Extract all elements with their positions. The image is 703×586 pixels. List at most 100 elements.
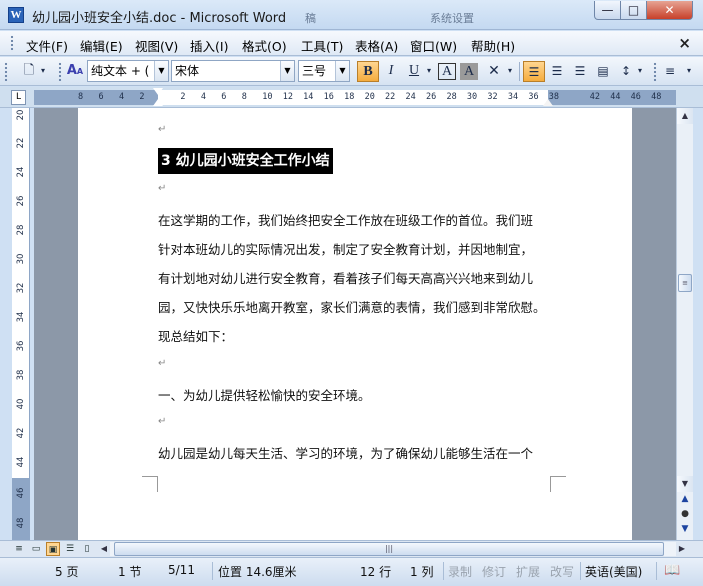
- styles-formatting-icon[interactable]: AA: [64, 61, 86, 82]
- toolbar-options-chevron-icon-2[interactable]: ▾: [682, 61, 696, 82]
- document-close-button[interactable]: ×: [678, 34, 691, 52]
- status-overtype[interactable]: 改写: [550, 563, 574, 580]
- body-line-6[interactable]: 幼儿园是幼儿每天生活、学习的环境，为了确保幼儿能够生活在一个: [158, 443, 533, 462]
- status-track-changes[interactable]: 修订: [482, 563, 506, 580]
- italic-button[interactable]: I: [380, 61, 402, 82]
- character-shading-button[interactable]: A: [460, 63, 478, 80]
- status-extend[interactable]: 扩展: [516, 563, 540, 580]
- menu-tools[interactable]: 工具(T): [301, 36, 343, 55]
- justify-icon[interactable]: ▤: [592, 61, 614, 82]
- background-tab-1: 稿: [305, 12, 316, 25]
- horizontal-scroll-thumb[interactable]: |||: [114, 542, 664, 556]
- vruler-number: 40: [16, 398, 26, 410]
- previous-page-icon[interactable]: ▲: [677, 492, 693, 506]
- vruler-number: 26: [16, 195, 26, 207]
- bold-button[interactable]: B: [357, 61, 379, 82]
- horizontal-ruler[interactable]: 8 6 4 2 2 4 6 8 10 12 14 16 18 20 22 24 …: [34, 88, 676, 106]
- reading-layout-view-icon[interactable]: ▯: [80, 542, 94, 556]
- menu-insert[interactable]: 插入(I): [190, 36, 228, 55]
- paragraph-mark: ↵: [158, 416, 167, 427]
- scroll-down-icon[interactable]: ▼: [677, 476, 693, 492]
- toolbar-grip-handle-3[interactable]: [653, 62, 657, 81]
- hanging-indent-marker[interactable]: [153, 99, 163, 106]
- status-separator: [656, 562, 657, 580]
- underline-button[interactable]: U: [403, 61, 425, 82]
- print-layout-view-icon[interactable]: ▣: [46, 542, 60, 556]
- minimize-button[interactable]: —: [594, 1, 621, 20]
- menu-format[interactable]: 格式(O): [242, 36, 287, 55]
- status-page-of: 5/11: [168, 563, 195, 577]
- underline-chevron-icon[interactable]: ▾: [423, 61, 435, 82]
- vruler-number: 22: [16, 137, 26, 149]
- body-line-5[interactable]: 现总结如下：: [158, 326, 233, 345]
- body-line-3[interactable]: 有计划地对幼儿进行安全教育，看着孩子们每天高高兴兴地来到幼儿: [158, 268, 533, 287]
- toolbar-options-chevron-icon[interactable]: ▾: [36, 61, 50, 82]
- section-heading[interactable]: 一、为幼儿提供轻松愉快的安全环境。: [158, 385, 371, 404]
- chevron-down-icon[interactable]: ▼: [154, 61, 168, 81]
- vruler-number: 30: [16, 253, 26, 265]
- close-window-button[interactable]: ✕: [646, 1, 693, 20]
- horizontal-scroll-track[interactable]: |||: [110, 542, 676, 556]
- align-center-icon[interactable]: ☰: [546, 61, 568, 82]
- ruler-numbers: 8 6 4 2 2 4 6 8 10 12 14 16 18 20 22 24 …: [78, 92, 662, 102]
- line-spacing-chevron-icon[interactable]: ▾: [634, 61, 646, 82]
- scroll-left-icon[interactable]: ◀: [98, 542, 110, 556]
- status-column: 1 列: [410, 565, 434, 579]
- align-left-icon[interactable]: ☰: [523, 61, 545, 82]
- vruler-number: 38: [16, 369, 26, 381]
- font-select[interactable]: 宋体 ▼: [171, 60, 295, 82]
- web-layout-view-icon[interactable]: ▭: [29, 542, 43, 556]
- selected-heading[interactable]: 3 幼儿园小班安全工作小结: [158, 148, 333, 174]
- tab-selector-button[interactable]: L: [11, 90, 26, 105]
- spelling-check-icon[interactable]: 📖: [664, 563, 680, 578]
- align-right-icon[interactable]: ☰: [569, 61, 591, 82]
- vertical-scrollbar[interactable]: ▲ ≡ ▼ ▲ ● ▼: [676, 108, 693, 540]
- status-position: 位置 14.6厘米: [218, 565, 297, 579]
- scroll-up-icon[interactable]: ▲: [677, 108, 693, 124]
- vertical-ruler[interactable]: 20 22 24 26 28 30 32 34 36 38 40 42 44 4…: [12, 108, 30, 540]
- font-size-select[interactable]: 三号 ▼: [298, 60, 350, 82]
- document-page[interactable]: ↵ 3 幼儿园小班安全工作小结 ↵ 在这学期的工作，我们始终把安全工作放在班级工…: [78, 108, 632, 540]
- menu-window[interactable]: 窗口(W): [410, 36, 457, 55]
- menu-view[interactable]: 视图(V): [135, 36, 178, 55]
- menu-help[interactable]: 帮助(H): [471, 36, 515, 55]
- right-indent-marker[interactable]: [543, 99, 553, 106]
- character-scaling-icon[interactable]: ✕: [483, 61, 505, 82]
- menu-table[interactable]: 表格(A): [355, 36, 398, 55]
- document-area[interactable]: ↵ 3 幼儿园小班安全工作小结 ↵ 在这学期的工作，我们始终把安全工作放在班级工…: [34, 108, 676, 540]
- scroll-right-icon[interactable]: ▶: [676, 542, 688, 556]
- chevron-down-icon[interactable]: ▼: [280, 61, 294, 81]
- menu-edit[interactable]: 编辑(E): [80, 36, 123, 55]
- style-select[interactable]: 纯文本 + ( ▼: [87, 60, 169, 82]
- vruler-number: 36: [16, 340, 26, 352]
- select-browse-object-icon[interactable]: ●: [677, 507, 693, 521]
- horizontal-scrollbar-bar: ≡ ▭ ▣ ☰ ▯ ◀ ||| ▶: [0, 540, 703, 557]
- margin-corner-left: [142, 476, 158, 492]
- numbering-icon[interactable]: ≡: [659, 61, 681, 82]
- status-section: 1 节: [118, 565, 142, 579]
- toolbar-grip-handle[interactable]: [4, 62, 8, 81]
- scaling-chevron-icon[interactable]: ▾: [504, 61, 516, 82]
- outline-view-icon[interactable]: ☰: [63, 542, 77, 556]
- chevron-down-icon[interactable]: ▼: [335, 61, 349, 81]
- toolbar-grip-handle-2[interactable]: [58, 62, 62, 81]
- normal-view-icon[interactable]: ≡: [12, 542, 26, 556]
- title-bar: W 幼儿园小班安全小结.doc - Microsoft Word 稿 系统设置 …: [0, 0, 703, 30]
- menu-file[interactable]: 文件(F): [26, 36, 68, 55]
- paragraph-mark: ↵: [158, 183, 167, 194]
- character-border-button[interactable]: A: [438, 63, 456, 80]
- status-record[interactable]: 录制: [448, 563, 472, 580]
- vruler-number: 28: [16, 224, 26, 236]
- vertical-scroll-thumb[interactable]: ≡: [678, 274, 692, 292]
- menu-grip-handle[interactable]: [10, 35, 14, 52]
- status-bar: 5 页 1 节 5/11 位置 14.6厘米 12 行 1 列 录制 修订 扩展…: [0, 557, 703, 586]
- first-line-indent-marker[interactable]: [153, 88, 163, 95]
- next-page-icon[interactable]: ▼: [677, 522, 693, 536]
- vruler-number: 42: [16, 427, 26, 439]
- maximize-button[interactable]: □: [620, 1, 647, 20]
- body-line-4[interactable]: 园，又快快乐乐地离开教室，家长们满意的表情，我们感到非常欣慰。: [158, 297, 546, 316]
- status-language[interactable]: 英语(美国): [585, 563, 642, 580]
- body-line-1[interactable]: 在这学期的工作，我们始终把安全工作放在班级工作的首位。我们班: [158, 210, 533, 229]
- body-line-2[interactable]: 针对本班幼儿的实际情况出发，制定了安全教育计划，并因地制宜，: [158, 239, 533, 258]
- menu-bar: 文件(F) 编辑(E) 视图(V) 插入(I) 格式(O) 工具(T) 表格(A…: [0, 31, 703, 56]
